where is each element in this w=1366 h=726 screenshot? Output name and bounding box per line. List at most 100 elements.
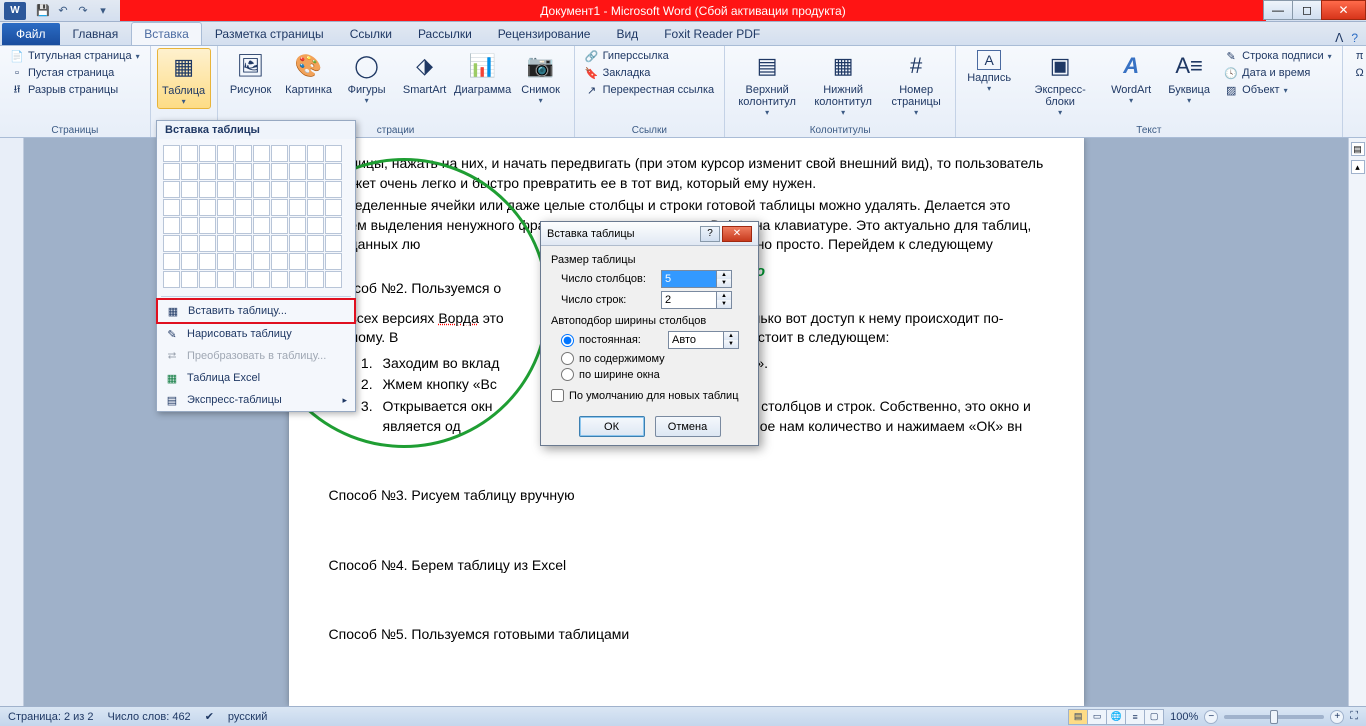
grid-cell[interactable]: [325, 253, 342, 270]
grid-cell[interactable]: [235, 271, 252, 288]
grid-cell[interactable]: [253, 181, 270, 198]
grid-cell[interactable]: [235, 145, 252, 162]
equation-button[interactable]: πФормула▾: [1349, 48, 1366, 64]
grid-cell[interactable]: [289, 145, 306, 162]
zoom-thumb[interactable]: [1270, 710, 1278, 724]
grid-cell[interactable]: [199, 217, 216, 234]
zoom-value[interactable]: 100%: [1170, 711, 1198, 723]
fixed-width-radio[interactable]: [561, 334, 574, 347]
symbol-button[interactable]: ΩСимвол▾: [1349, 65, 1366, 81]
grid-cell[interactable]: [325, 271, 342, 288]
grid-cell[interactable]: [163, 199, 180, 216]
tab-mailings[interactable]: Рассылки: [405, 22, 485, 45]
draw-table-menu-item[interactable]: ✎Нарисовать таблицу: [157, 323, 355, 345]
spin-down-icon[interactable]: ▼: [724, 340, 738, 348]
qat-dropdown-icon[interactable]: ▾: [94, 2, 112, 20]
cover-page-button[interactable]: 📄Титульная страница▾: [6, 48, 144, 64]
grid-cell[interactable]: [325, 199, 342, 216]
columns-input[interactable]: [661, 270, 717, 288]
close-button[interactable]: ✕: [1321, 0, 1366, 20]
zoom-out-button[interactable]: −: [1204, 710, 1218, 724]
hyperlink-button[interactable]: 🔗Гиперссылка: [581, 48, 719, 64]
grid-cell[interactable]: [235, 163, 252, 180]
autofit-window-radio[interactable]: [561, 368, 574, 381]
blank-page-button[interactable]: ▫Пустая страница: [6, 65, 144, 81]
grid-cell[interactable]: [289, 181, 306, 198]
tab-layout[interactable]: Разметка страницы: [202, 22, 337, 45]
draft-view[interactable]: ▢: [1144, 709, 1164, 725]
grid-cell[interactable]: [163, 163, 180, 180]
save-icon[interactable]: 💾: [34, 2, 52, 20]
grid-cell[interactable]: [271, 271, 288, 288]
grid-cell[interactable]: [325, 145, 342, 162]
spellcheck-icon[interactable]: ✔: [205, 710, 214, 723]
grid-cell[interactable]: [163, 253, 180, 270]
grid-cell[interactable]: [235, 199, 252, 216]
quick-tables-menu-item[interactable]: ▤Экспресс-таблицы▸: [157, 389, 355, 411]
wordart-button[interactable]: AWordArt▾: [1104, 48, 1158, 107]
page-break-button[interactable]: ⭿Разрыв страницы: [6, 82, 144, 98]
grid-cell[interactable]: [217, 217, 234, 234]
grid-cell[interactable]: [235, 235, 252, 252]
grid-cell[interactable]: [199, 271, 216, 288]
grid-cell[interactable]: [181, 217, 198, 234]
tab-view[interactable]: Вид: [603, 22, 651, 45]
ruler-toggle-icon[interactable]: ▤: [1351, 142, 1365, 156]
crossref-button[interactable]: ↗Перекрестная ссылка: [581, 82, 719, 98]
grid-cell[interactable]: [289, 199, 306, 216]
grid-cell[interactable]: [253, 271, 270, 288]
grid-cell[interactable]: [235, 217, 252, 234]
grid-cell[interactable]: [325, 217, 342, 234]
file-tab[interactable]: Файл: [2, 23, 60, 45]
grid-cell[interactable]: [181, 253, 198, 270]
language-status[interactable]: русский: [228, 711, 267, 723]
spin-up-icon[interactable]: ▲: [717, 292, 731, 300]
page-status[interactable]: Страница: 2 из 2: [8, 711, 94, 723]
word-count[interactable]: Число слов: 462: [108, 711, 191, 723]
grid-cell[interactable]: [199, 163, 216, 180]
grid-cell[interactable]: [253, 145, 270, 162]
rows-spinner[interactable]: ▲▼: [661, 291, 732, 309]
grid-cell[interactable]: [235, 253, 252, 270]
grid-cell[interactable]: [307, 199, 324, 216]
grid-cell[interactable]: [199, 253, 216, 270]
scroll-up-icon[interactable]: ▴: [1351, 160, 1365, 174]
cancel-button[interactable]: Отмена: [655, 416, 721, 437]
grid-cell[interactable]: [199, 181, 216, 198]
zoom-fit-icon[interactable]: ⛶: [1350, 710, 1358, 723]
grid-cell[interactable]: [271, 199, 288, 216]
dialog-help-button[interactable]: ?: [700, 226, 720, 242]
grid-cell[interactable]: [325, 235, 342, 252]
pagenum-button[interactable]: #Номер страницы▾: [883, 48, 949, 119]
grid-cell[interactable]: [289, 253, 306, 270]
zoom-slider[interactable]: [1224, 715, 1324, 719]
grid-cell[interactable]: [289, 217, 306, 234]
autofit-content-radio[interactable]: [561, 352, 574, 365]
grid-cell[interactable]: [235, 181, 252, 198]
grid-cell[interactable]: [271, 181, 288, 198]
tab-home[interactable]: Главная: [60, 22, 132, 45]
grid-cell[interactable]: [307, 253, 324, 270]
insert-table-menu-item[interactable]: ▦Вставить таблицу...: [156, 298, 356, 324]
grid-cell[interactable]: [181, 145, 198, 162]
grid-cell[interactable]: [325, 163, 342, 180]
grid-cell[interactable]: [199, 145, 216, 162]
grid-cell[interactable]: [217, 181, 234, 198]
fixed-width-input[interactable]: [668, 331, 724, 349]
grid-cell[interactable]: [199, 199, 216, 216]
grid-cell[interactable]: [307, 181, 324, 198]
grid-cell[interactable]: [289, 271, 306, 288]
grid-cell[interactable]: [271, 235, 288, 252]
grid-cell[interactable]: [217, 163, 234, 180]
dialog-titlebar[interactable]: Вставка таблицы ? ✕: [541, 222, 758, 246]
grid-cell[interactable]: [181, 235, 198, 252]
spin-up-icon[interactable]: ▲: [717, 271, 731, 279]
excel-table-menu-item[interactable]: ▦Таблица Excel: [157, 367, 355, 389]
quickparts-button[interactable]: ▣Экспресс-блоки▾: [1020, 48, 1100, 119]
print-layout-view[interactable]: ▤: [1068, 709, 1088, 725]
grid-cell[interactable]: [289, 163, 306, 180]
redo-icon[interactable]: ↷: [74, 2, 92, 20]
grid-cell[interactable]: [181, 271, 198, 288]
grid-cell[interactable]: [199, 235, 216, 252]
bookmark-button[interactable]: 🔖Закладка: [581, 65, 719, 81]
